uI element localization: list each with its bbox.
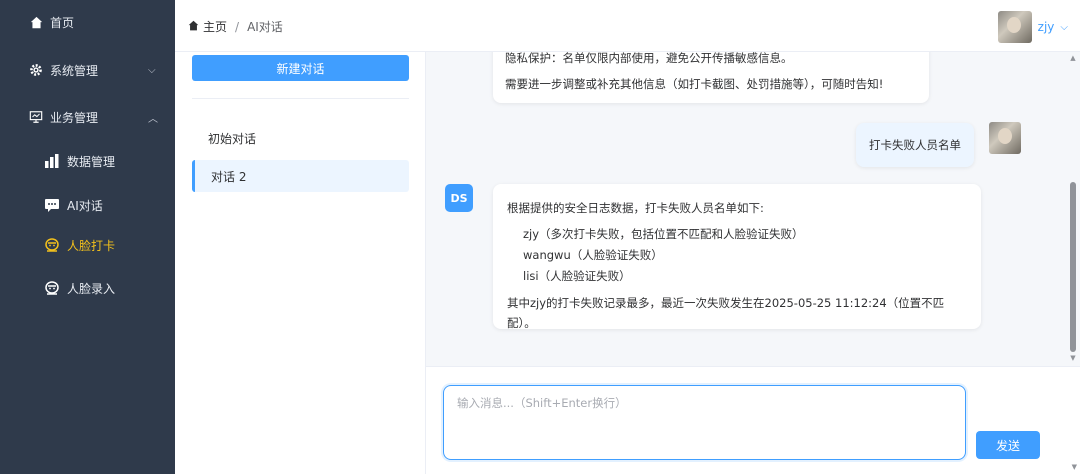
sidebar-item-ai-chat[interactable]: AI对话 [0, 183, 175, 227]
list-item: zjy（多次打卡失败，包括位置不匹配和人脸验证失败） [523, 227, 804, 241]
scrollbar-thumb[interactable] [1070, 182, 1076, 352]
sidebar-item-label: 业务管理 [50, 110, 99, 125]
sidebar: 首页 系统管理 ⌵ 业务管理 ︿ 数据管理 AI对话 人脸打卡 人脸录入 [0, 0, 175, 474]
breadcrumb-separator: / [235, 19, 240, 34]
divider [192, 98, 409, 99]
user-message-bubble: 打卡失败人员名单 [856, 123, 974, 167]
sidebar-item-home[interactable]: 首页 [0, 0, 175, 44]
user-menu[interactable]: zjy ⌵ [997, 11, 1068, 43]
top-header: 主页 / AI对话 zjy ⌵ [175, 0, 1080, 52]
sidebar-item-label: 人脸打卡 [67, 238, 116, 253]
conversation-item-active[interactable]: 对话 2 [192, 160, 409, 192]
user-avatar [989, 122, 1021, 154]
scroll-down-arrow-icon[interactable]: ▼ [1072, 463, 1077, 471]
ai-message-bubble: 根据提供的安全日志数据，打卡失败人员名单如下: zjy（多次打卡失败，包括位置不… [493, 184, 981, 330]
message-text: 隐私保护：名单仅限内部使用，避免公开传播敏感信息。 [505, 52, 793, 65]
list-item: lisi（人脸验证失败） [523, 269, 631, 283]
breadcrumb-current: AI对话 [247, 20, 283, 34]
sidebar-item-label: 首页 [50, 15, 75, 30]
send-button[interactable]: 发送 [976, 431, 1040, 459]
sidebar-item-system[interactable]: 系统管理 ⌵ [0, 48, 175, 92]
avatar [997, 11, 1032, 43]
gear-icon [28, 62, 44, 78]
face-icon [44, 280, 60, 296]
chat-messages: 隐私保护：名单仅限内部使用，避免公开传播敏感信息。 需要进一步调整或补充其他信息… [426, 52, 1080, 366]
sidebar-item-data[interactable]: 数据管理 [0, 139, 175, 183]
sidebar-item-label: AI对话 [67, 198, 103, 213]
message-composer: 发送 ▼ [426, 366, 1080, 474]
sidebar-item-face-enroll[interactable]: 人脸录入 [0, 266, 175, 310]
home-icon [188, 20, 199, 34]
list-item: wangwu（人脸验证失败） [523, 248, 663, 262]
scroll-up-arrow-icon[interactable]: ▲ [1069, 54, 1077, 62]
sidebar-item-label: 系统管理 [50, 63, 99, 78]
chevron-down-icon: ⌵ [148, 64, 156, 76]
chat-scrollbar[interactable]: ▲ ▼ [1066, 52, 1080, 366]
message-input[interactable] [443, 385, 966, 460]
chevron-up-icon: ︿ [148, 113, 158, 125]
ai-message-bubble-previous: 隐私保护：名单仅限内部使用，避免公开传播敏感信息。 需要进一步调整或补充其他信息… [493, 52, 929, 103]
chat-icon [44, 197, 60, 213]
face-icon [44, 237, 60, 253]
message-list: zjy（多次打卡失败，包括位置不匹配和人脸验证失败） wangwu（人脸验证失败… [507, 224, 967, 287]
chevron-down-icon: ⌵ [1060, 21, 1068, 33]
ai-avatar-badge: DS [445, 184, 473, 212]
scroll-down-arrow-icon[interactable]: ▼ [1069, 354, 1077, 362]
message-text: 需要进一步调整或补充其他信息（如打卡截图、处罚措施等），可随时告知! [505, 77, 884, 91]
username: zjy [1037, 20, 1055, 34]
bar-chart-icon [44, 153, 60, 169]
sidebar-item-label: 数据管理 [67, 154, 116, 169]
message-text: 其中zjy的打卡失败记录最多，最近一次失败发生在2025-05-25 11:12… [507, 296, 945, 330]
monitor-icon [28, 109, 44, 125]
conversation-item[interactable]: 初始对话 [192, 122, 409, 154]
home-icon [28, 14, 44, 30]
sidebar-item-business[interactable]: 业务管理 ︿ [0, 95, 175, 139]
breadcrumb-home-link[interactable]: 主页 [203, 18, 227, 35]
conversation-list: 新建对话 初始对话 对话 2 [175, 52, 426, 474]
new-conversation-button[interactable]: 新建对话 [192, 55, 409, 81]
message-text: 根据提供的安全日志数据，打卡失败人员名单如下: [507, 201, 764, 215]
sidebar-item-label: 人脸录入 [67, 281, 116, 296]
sidebar-item-face-checkin[interactable]: 人脸打卡 [0, 223, 175, 267]
breadcrumb: 主页 / AI对话 [188, 18, 283, 35]
